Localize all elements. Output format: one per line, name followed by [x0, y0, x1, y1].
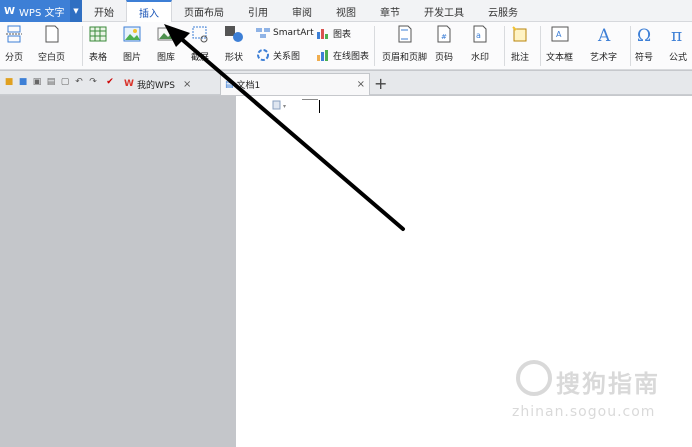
annotation-arrow — [164, 24, 405, 231]
